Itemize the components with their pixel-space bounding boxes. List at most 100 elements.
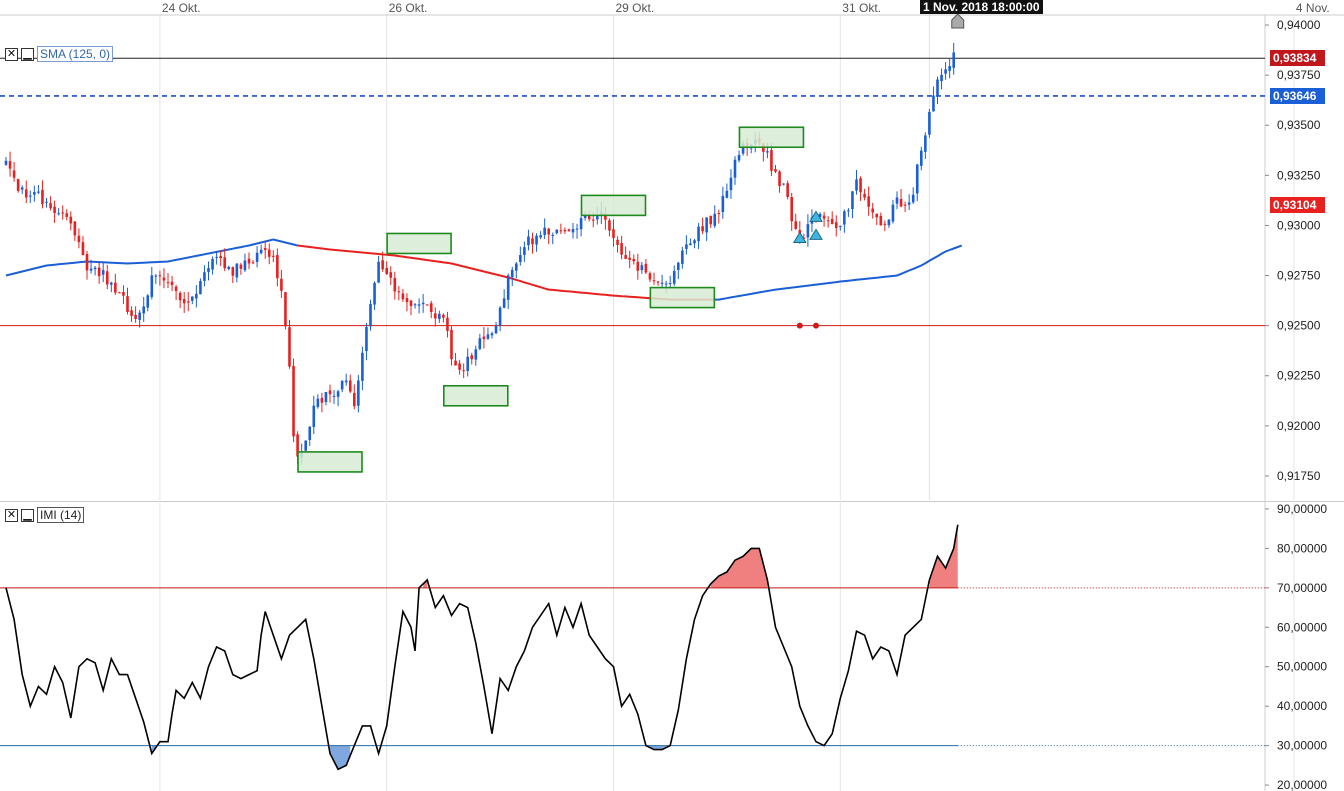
price-tick-label: 0,91750 (1277, 469, 1321, 483)
candle-body (369, 304, 372, 327)
imi-tick-label: 20,00000 (1277, 778, 1327, 791)
candle-body (393, 277, 397, 292)
candle-body (567, 229, 571, 231)
candle-body (498, 307, 502, 326)
candle-body (154, 275, 158, 277)
candle-body (353, 393, 356, 407)
candle-body (110, 282, 113, 285)
candle-body (608, 220, 611, 231)
price-tick-label: 0,93500 (1277, 118, 1321, 132)
candle-body (308, 426, 312, 440)
candle-body (737, 154, 741, 161)
candle-body (903, 204, 907, 206)
candle-body (158, 275, 162, 277)
candle-body (29, 195, 32, 197)
marked-box (738, 126, 805, 149)
candle-body (482, 336, 486, 340)
candle-body (527, 236, 530, 246)
candle-body (664, 283, 668, 285)
candle-body (494, 325, 498, 334)
minimize-icon[interactable]: ▁ (21, 47, 34, 61)
candle-body (134, 314, 137, 319)
candle-body (77, 235, 81, 243)
candle-body (235, 263, 239, 278)
candle-body (668, 282, 672, 284)
candle-body (936, 79, 939, 96)
candle-body (61, 212, 64, 214)
marked-box (580, 194, 647, 217)
candle-body (126, 296, 129, 312)
candle-body (405, 298, 409, 303)
candle-body (648, 273, 652, 280)
candle-body (401, 293, 405, 300)
candle-body (53, 206, 56, 214)
candle-body (389, 272, 393, 278)
imi-oversold-fill (330, 745, 351, 770)
candle-body (470, 355, 474, 360)
marked-box (442, 384, 509, 407)
candle-body (446, 317, 449, 331)
crosshair-marker (951, 13, 965, 29)
candle-body (766, 151, 769, 153)
reference-lines (0, 57, 1265, 747)
candle-body (883, 223, 887, 225)
candle-body (324, 392, 328, 403)
candle-body (806, 224, 810, 238)
candle-body (652, 280, 656, 282)
candle-body (612, 229, 615, 238)
candle-body (575, 228, 579, 230)
candle-body (515, 263, 518, 271)
candle-body (681, 250, 684, 264)
candle-body (587, 215, 591, 220)
candle-body (709, 215, 712, 225)
candle-body (474, 349, 478, 360)
candle-body (231, 267, 235, 276)
close-icon[interactable]: ✕ (5, 508, 18, 522)
candle-body (794, 221, 798, 229)
candle-body (122, 292, 125, 296)
candle-body (425, 304, 429, 306)
candle-body (689, 243, 692, 246)
candle-body (871, 208, 874, 213)
candle-body (519, 255, 522, 263)
imi-legend-label[interactable]: IMI (14) (37, 507, 85, 523)
imi-series-line (5, 524, 959, 771)
candle-body (219, 255, 222, 259)
candle-body (45, 201, 48, 203)
sma-line (5, 238, 963, 301)
candle-body (101, 270, 105, 275)
level-price-badge: 0,93104 (1270, 196, 1325, 213)
imi-overbought-fill (710, 548, 768, 588)
price-tick-label: 0,92750 (1277, 269, 1321, 283)
candle-body (535, 235, 538, 245)
imi-line (5, 524, 959, 771)
candle-body (199, 281, 202, 295)
candle-body (636, 261, 640, 271)
candle-body (118, 292, 121, 294)
candle-body (105, 271, 109, 285)
candle-body (239, 264, 243, 269)
candle-body (150, 275, 154, 297)
close-icon[interactable]: ✕ (5, 47, 18, 61)
candle-body (656, 281, 660, 283)
candle-body (73, 221, 77, 236)
candle-body (948, 66, 951, 71)
sma-legend-label[interactable]: SMA (125, 0) (37, 46, 114, 62)
candle-body (186, 301, 190, 303)
candle-body (531, 238, 534, 245)
x-tick-label: 26 Okt. (389, 1, 428, 15)
candle-body (37, 191, 40, 193)
candle-body (539, 235, 542, 238)
x-tick-label: 4 Nov. (1296, 1, 1330, 15)
candle-body (486, 334, 490, 339)
candle-body (438, 313, 441, 319)
candle-body (887, 219, 891, 226)
candle-body (915, 164, 919, 194)
candle-body (944, 69, 947, 74)
candle-body (97, 267, 101, 277)
candle-body (276, 255, 279, 279)
candle-body (778, 171, 781, 187)
minimize-icon[interactable]: ▁ (21, 508, 34, 522)
candle-body (243, 260, 247, 271)
imi-legend: ✕ ▁ IMI (14) (5, 507, 85, 523)
